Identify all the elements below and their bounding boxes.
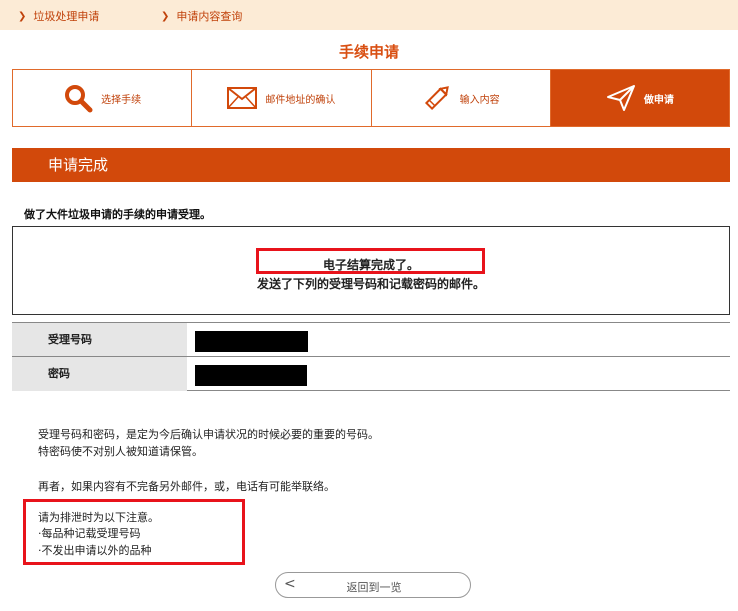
back-to-list-button[interactable]: < 返回到一览	[275, 572, 471, 598]
receipt-number-label: 受理号码	[12, 323, 187, 356]
page-title: 手续申请	[338, 43, 399, 61]
info-table: 受理号码 密码	[12, 322, 730, 391]
envelope-icon	[227, 87, 258, 109]
highlight-box	[23, 499, 245, 565]
table-row: 受理号码	[12, 323, 730, 357]
note-text: 受理号码和密码，是定为今后确认申请状况的时候必要的重要的号码。	[38, 428, 379, 441]
chevron-right-icon: ❯	[18, 10, 27, 22]
password-label: 密码	[12, 357, 187, 391]
pencil-icon	[424, 86, 449, 111]
breadcrumb: ❯ 垃圾处理申请 ❯ 申请内容查询	[0, 0, 738, 30]
step-indicator: 选择手续 邮件地址的确认 输入内容 做申请	[12, 69, 730, 127]
email-sent-message: 发送了下列的受理号码和记载密码的邮件。	[256, 277, 485, 291]
password-redacted	[195, 365, 307, 386]
breadcrumb-item-query[interactable]: ❯ 申请内容查询	[161, 8, 242, 24]
section-title: 申请完成	[12, 148, 730, 182]
send-icon	[606, 85, 635, 111]
breadcrumb-item-garbage[interactable]: ❯ 垃圾处理申请	[18, 8, 99, 24]
table-row: 密码	[12, 357, 730, 391]
chevron-right-icon: ❯	[161, 10, 170, 22]
step-email-confirm: 邮件地址的确认	[192, 70, 372, 126]
intro-text: 做了大件垃圾申请的手续的申请受理。	[24, 208, 211, 221]
search-icon	[65, 85, 93, 113]
step-input-content: 输入内容	[372, 70, 551, 126]
step-submit-application: 做申请	[550, 70, 729, 126]
receipt-number-redacted	[195, 331, 308, 352]
step-select-procedure: 选择手续	[13, 70, 193, 126]
highlight-box	[256, 248, 485, 274]
note-text: 再者，如果内容有不完备另外邮件，或，电话有可能举联络。	[38, 480, 335, 493]
note-text: 特密码使不对别人被知道请保管。	[38, 445, 203, 458]
